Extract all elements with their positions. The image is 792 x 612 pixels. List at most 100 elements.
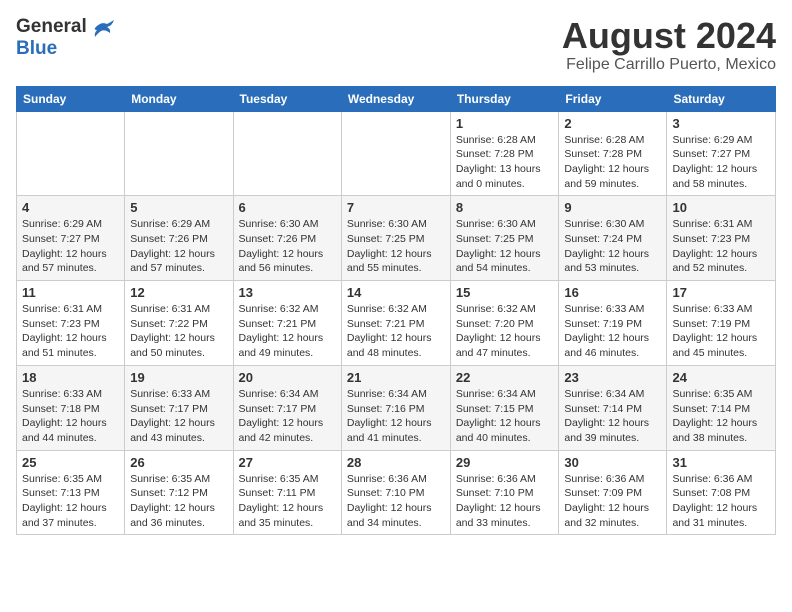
day-number: 26 bbox=[130, 455, 227, 470]
calendar-week-row: 11Sunrise: 6:31 AMSunset: 7:23 PMDayligh… bbox=[17, 281, 776, 366]
day-number: 13 bbox=[239, 285, 336, 300]
calendar-cell: 3Sunrise: 6:29 AMSunset: 7:27 PMDaylight… bbox=[667, 111, 776, 196]
day-number: 23 bbox=[564, 370, 661, 385]
calendar-cell: 31 Sunrise: 6:36 AMSunset: 7:08 PMDayligh… bbox=[667, 450, 776, 535]
day-info: Sunrise: 6:34 AMSunset: 7:14 PMDaylight:… bbox=[564, 387, 661, 446]
day-number: 16 bbox=[564, 285, 661, 300]
day-info: Sunrise: 6:28 AMSunset: 7:28 PMDaylight:… bbox=[456, 133, 554, 192]
day-number: 29 bbox=[456, 455, 554, 470]
title-block: August 2024 Felipe Carrillo Puerto, Mexi… bbox=[562, 16, 776, 74]
day-info: Sunrise: 6:31 AMSunset: 7:22 PMDaylight:… bbox=[130, 302, 227, 361]
calendar-cell: 17 Sunrise: 6:33 AMSunset: 7:19 PMDayligh… bbox=[667, 281, 776, 366]
calendar-cell: 13 Sunrise: 6:32 AMSunset: 7:21 PMDayligh… bbox=[233, 281, 341, 366]
day-number: 22 bbox=[456, 370, 554, 385]
day-number: 2 bbox=[564, 116, 661, 131]
day-info: Sunrise: 6:33 AMSunset: 7:19 PMDaylight:… bbox=[672, 302, 770, 361]
logo-blue: Blue bbox=[16, 38, 57, 59]
calendar-cell: 5 Sunrise: 6:29 AMSunset: 7:26 PMDaylight… bbox=[125, 196, 233, 281]
day-number: 27 bbox=[239, 455, 336, 470]
calendar-cell: 2Sunrise: 6:28 AMSunset: 7:28 PMDaylight… bbox=[559, 111, 667, 196]
day-info: Sunrise: 6:36 AMSunset: 7:08 PMDaylight:… bbox=[672, 472, 770, 531]
logo-general: General bbox=[16, 16, 87, 37]
day-number: 24 bbox=[672, 370, 770, 385]
calendar-cell: 19Sunrise: 6:33 AMSunset: 7:17 PMDayligh… bbox=[125, 365, 233, 450]
calendar-week-row: 1 Sunrise: 6:28 AMSunset: 7:28 PMDaylight… bbox=[17, 111, 776, 196]
day-number: 11 bbox=[22, 285, 119, 300]
calendar-header-friday: Friday bbox=[559, 86, 667, 111]
calendar-cell: 4 Sunrise: 6:29 AMSunset: 7:27 PMDaylight… bbox=[17, 196, 125, 281]
calendar-header-thursday: Thursday bbox=[450, 86, 559, 111]
day-info: Sunrise: 6:35 AMSunset: 7:11 PMDaylight:… bbox=[239, 472, 336, 531]
calendar-cell: 25 Sunrise: 6:35 AMSunset: 7:13 PMDayligh… bbox=[17, 450, 125, 535]
day-info: Sunrise: 6:35 AMSunset: 7:13 PMDaylight:… bbox=[22, 472, 119, 531]
calendar-cell: 9Sunrise: 6:30 AMSunset: 7:24 PMDaylight… bbox=[559, 196, 667, 281]
calendar-cell: 8 Sunrise: 6:30 AMSunset: 7:25 PMDaylight… bbox=[450, 196, 559, 281]
calendar-cell: 6Sunrise: 6:30 AMSunset: 7:26 PMDaylight… bbox=[233, 196, 341, 281]
day-number: 5 bbox=[130, 200, 227, 215]
calendar-cell: 18Sunrise: 6:33 AMSunset: 7:18 PMDayligh… bbox=[17, 365, 125, 450]
day-info: Sunrise: 6:36 AMSunset: 7:09 PMDaylight:… bbox=[564, 472, 661, 531]
day-info: Sunrise: 6:36 AMSunset: 7:10 PMDaylight:… bbox=[456, 472, 554, 531]
day-info: Sunrise: 6:31 AMSunset: 7:23 PMDaylight:… bbox=[672, 217, 770, 276]
calendar-cell: 11Sunrise: 6:31 AMSunset: 7:23 PMDayligh… bbox=[17, 281, 125, 366]
day-number: 17 bbox=[672, 285, 770, 300]
calendar-week-row: 4 Sunrise: 6:29 AMSunset: 7:27 PMDaylight… bbox=[17, 196, 776, 281]
day-info: Sunrise: 6:30 AMSunset: 7:24 PMDaylight:… bbox=[564, 217, 661, 276]
calendar-header-sunday: Sunday bbox=[17, 86, 125, 111]
calendar-week-row: 25 Sunrise: 6:35 AMSunset: 7:13 PMDayligh… bbox=[17, 450, 776, 535]
calendar-header-saturday: Saturday bbox=[667, 86, 776, 111]
day-info: Sunrise: 6:30 AMSunset: 7:25 PMDaylight:… bbox=[347, 217, 445, 276]
day-number: 31 bbox=[672, 455, 770, 470]
day-number: 14 bbox=[347, 285, 445, 300]
page-title: August 2024 bbox=[562, 16, 776, 56]
page-header: General Blue August 2024 Felipe Carrillo… bbox=[16, 16, 776, 74]
calendar-cell: 26 Sunrise: 6:35 AMSunset: 7:12 PMDayligh… bbox=[125, 450, 233, 535]
day-info: Sunrise: 6:30 AMSunset: 7:25 PMDaylight:… bbox=[456, 217, 554, 276]
day-number: 30 bbox=[564, 455, 661, 470]
day-info: Sunrise: 6:32 AMSunset: 7:21 PMDaylight:… bbox=[347, 302, 445, 361]
calendar-table: SundayMondayTuesdayWednesdayThursdayFrid… bbox=[16, 86, 776, 536]
logo: General Blue bbox=[16, 16, 115, 60]
day-info: Sunrise: 6:29 AMSunset: 7:27 PMDaylight:… bbox=[22, 217, 119, 276]
calendar-cell: 29 Sunrise: 6:36 AMSunset: 7:10 PMDayligh… bbox=[450, 450, 559, 535]
calendar-header-row: SundayMondayTuesdayWednesdayThursdayFrid… bbox=[17, 86, 776, 111]
day-number: 4 bbox=[22, 200, 119, 215]
calendar-cell: 23 Sunrise: 6:34 AMSunset: 7:14 PMDayligh… bbox=[559, 365, 667, 450]
calendar-cell bbox=[17, 111, 125, 196]
calendar-cell: 10 Sunrise: 6:31 AMSunset: 7:23 PMDayligh… bbox=[667, 196, 776, 281]
day-number: 25 bbox=[22, 455, 119, 470]
logo-bird-icon bbox=[93, 19, 115, 37]
day-number: 12 bbox=[130, 285, 227, 300]
day-info: Sunrise: 6:33 AMSunset: 7:19 PMDaylight:… bbox=[564, 302, 661, 361]
calendar-cell: 30 Sunrise: 6:36 AMSunset: 7:09 PMDayligh… bbox=[559, 450, 667, 535]
day-info: Sunrise: 6:34 AMSunset: 7:16 PMDaylight:… bbox=[347, 387, 445, 446]
day-info: Sunrise: 6:34 AMSunset: 7:17 PMDaylight:… bbox=[239, 387, 336, 446]
day-info: Sunrise: 6:29 AMSunset: 7:26 PMDaylight:… bbox=[130, 217, 227, 276]
day-number: 6 bbox=[239, 200, 336, 215]
calendar-cell bbox=[125, 111, 233, 196]
calendar-cell: 27 Sunrise: 6:35 AMSunset: 7:11 PMDayligh… bbox=[233, 450, 341, 535]
calendar-week-row: 18Sunrise: 6:33 AMSunset: 7:18 PMDayligh… bbox=[17, 365, 776, 450]
day-info: Sunrise: 6:32 AMSunset: 7:20 PMDaylight:… bbox=[456, 302, 554, 361]
day-number: 3 bbox=[672, 116, 770, 131]
day-info: Sunrise: 6:32 AMSunset: 7:21 PMDaylight:… bbox=[239, 302, 336, 361]
calendar-header-monday: Monday bbox=[125, 86, 233, 111]
calendar-cell: 1 Sunrise: 6:28 AMSunset: 7:28 PMDaylight… bbox=[450, 111, 559, 196]
day-number: 1 bbox=[456, 116, 554, 131]
calendar-cell: 15 Sunrise: 6:32 AMSunset: 7:20 PMDayligh… bbox=[450, 281, 559, 366]
calendar-cell bbox=[233, 111, 341, 196]
calendar-cell: 21 Sunrise: 6:34 AMSunset: 7:16 PMDayligh… bbox=[341, 365, 450, 450]
day-info: Sunrise: 6:34 AMSunset: 7:15 PMDaylight:… bbox=[456, 387, 554, 446]
calendar-header-wednesday: Wednesday bbox=[341, 86, 450, 111]
day-info: Sunrise: 6:35 AMSunset: 7:12 PMDaylight:… bbox=[130, 472, 227, 531]
day-number: 15 bbox=[456, 285, 554, 300]
day-number: 8 bbox=[456, 200, 554, 215]
calendar-header-tuesday: Tuesday bbox=[233, 86, 341, 111]
calendar-cell bbox=[341, 111, 450, 196]
calendar-cell: 7 Sunrise: 6:30 AMSunset: 7:25 PMDaylight… bbox=[341, 196, 450, 281]
day-number: 7 bbox=[347, 200, 445, 215]
day-number: 10 bbox=[672, 200, 770, 215]
day-number: 21 bbox=[347, 370, 445, 385]
day-info: Sunrise: 6:35 AMSunset: 7:14 PMDaylight:… bbox=[672, 387, 770, 446]
calendar-cell: 24 Sunrise: 6:35 AMSunset: 7:14 PMDayligh… bbox=[667, 365, 776, 450]
